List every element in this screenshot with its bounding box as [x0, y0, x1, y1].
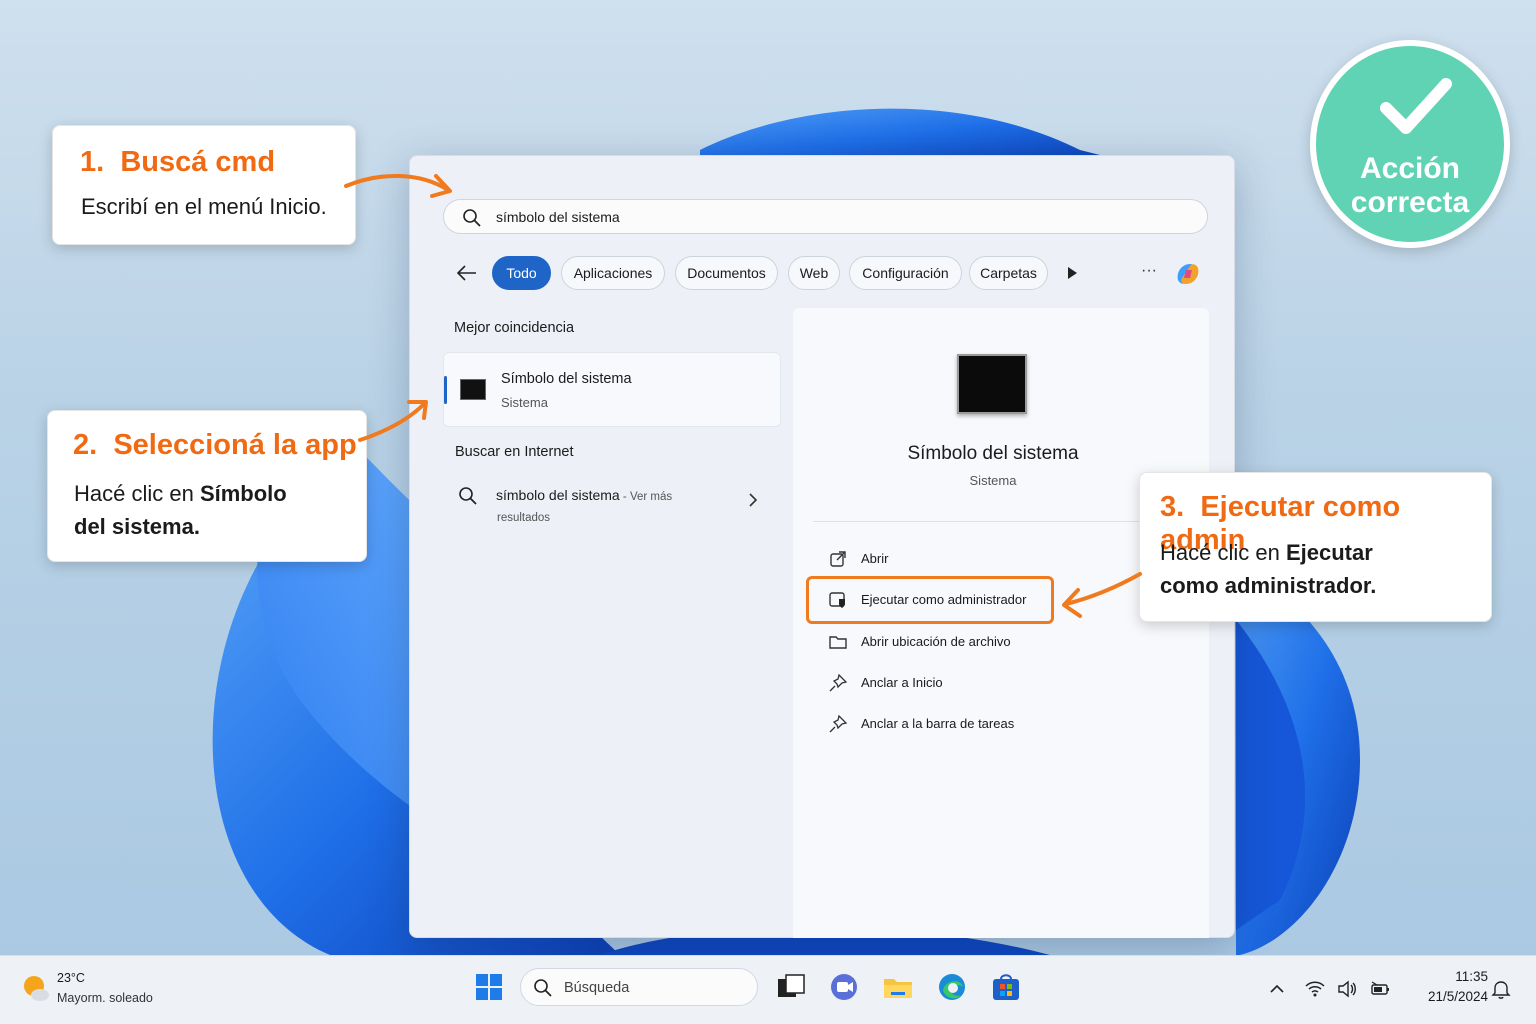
- back-arrow-icon[interactable]: [450, 260, 482, 286]
- windows-start-icon[interactable]: [474, 972, 504, 1002]
- wifi-icon[interactable]: [1304, 978, 1326, 1000]
- edge-browser-icon[interactable]: [935, 970, 969, 1004]
- filter-chip-aplicaciones[interactable]: Aplicaciones: [561, 256, 665, 290]
- taskbar-search-box[interactable]: Búsqueda: [520, 968, 758, 1006]
- callout-step-2-bold-2: del sistema.: [74, 514, 200, 539]
- filter-chip-configuracion[interactable]: Configuración: [849, 256, 962, 290]
- action-label: Anclar a la barra de tareas: [861, 716, 1015, 731]
- web-search-heading: Buscar en Internet: [455, 444, 574, 460]
- play-icon[interactable]: [1062, 263, 1082, 283]
- meet-chat-icon[interactable]: [827, 970, 861, 1004]
- pin-icon: [829, 714, 848, 733]
- search-icon: [534, 979, 552, 997]
- callout-step-3-bold-1: Ejecutar: [1285, 540, 1373, 565]
- callout-step-2-num: 2.: [73, 429, 98, 461]
- success-badge-text: Acción correcta: [1316, 152, 1504, 220]
- start-search-panel: símbolo del sistema Todo Aplicaciones Do…: [409, 155, 1235, 938]
- divider: [813, 521, 1189, 522]
- action-label: Abrir: [861, 551, 889, 566]
- checkmark-icon: [1380, 78, 1452, 134]
- web-result-more: - Ver más: [619, 491, 673, 503]
- search-icon: [459, 487, 477, 505]
- filter-chip-documentos[interactable]: Documentos: [675, 256, 778, 290]
- best-match-result[interactable]: Símbolo del sistema Sistema: [443, 352, 781, 427]
- web-search-result[interactable]: símbolo del sistema - Ver más resultados: [450, 482, 770, 526]
- callout-step-3-body-text: Hacé clic en: [1160, 540, 1286, 565]
- folder-icon: [829, 636, 847, 649]
- detail-app-name: Símbolo del sistema: [907, 443, 1079, 464]
- callout-step-2-title: 2. Seleccioná la app: [73, 429, 357, 462]
- callout-step-3-body: Hacé clic en Ejecutar como administrador.: [1160, 536, 1480, 602]
- task-view-icon[interactable]: [774, 970, 808, 1004]
- command-prompt-large-icon: [957, 354, 1027, 414]
- action-anclar-inicio[interactable]: Anclar a Inicio: [828, 670, 1158, 696]
- battery-icon[interactable]: [1369, 978, 1391, 1000]
- callout-step-3-num: 3.: [1160, 491, 1185, 523]
- action-anclar-barra[interactable]: Anclar a la barra de tareas: [828, 711, 1158, 737]
- notification-bell-icon[interactable]: [1490, 978, 1512, 1000]
- clock-date: 21/5/2024: [1427, 989, 1488, 1004]
- selection-indicator: [444, 376, 447, 404]
- callout-step-2-bold-1: Símbolo: [199, 481, 287, 506]
- open-external-icon: [830, 551, 846, 567]
- action-abrir-ubicacion[interactable]: Abrir ubicación de archivo: [828, 629, 1158, 655]
- taskbar: 23°C Mayorm. soleado Búsqueda 11:35 21/5/…: [0, 955, 1536, 1024]
- admin-action-highlight: [806, 576, 1054, 624]
- clock-time: 11:35: [1455, 969, 1488, 984]
- web-result-query: símbolo del sistema - Ver más: [496, 487, 672, 503]
- callout-step-3-bold-2: como administrador.: [1160, 573, 1377, 598]
- weather-temp: 23°C: [57, 971, 85, 985]
- search-icon: [463, 209, 481, 227]
- callout-step-1-title-text: Buscá cmd: [120, 146, 276, 178]
- search-input[interactable]: símbolo del sistema: [443, 199, 1208, 234]
- callout-step-2: 2. Seleccioná la app Hacé clic en Símbol…: [47, 410, 367, 562]
- taskbar-search-placeholder: Búsqueda: [564, 980, 630, 996]
- callout-step-1-num: 1.: [80, 146, 105, 178]
- pin-icon: [829, 673, 848, 692]
- callout-step-1: 1. Buscá cmd Escribí en el menú Inicio.: [52, 125, 356, 245]
- filter-row: Todo Aplicaciones Documentos Web Configu…: [450, 256, 1210, 290]
- detail-app-type: Sistema: [969, 473, 1017, 488]
- success-line-2: correcta: [1350, 186, 1470, 219]
- callout-step-2-title-text: Seleccioná la app: [113, 429, 357, 461]
- web-result-more-2: resultados: [497, 512, 551, 524]
- best-match-heading: Mejor coincidencia: [454, 320, 575, 336]
- microsoft-store-icon[interactable]: [989, 970, 1023, 1004]
- more-options-button[interactable]: ···: [1134, 260, 1164, 286]
- callout-step-1-title: 1. Buscá cmd: [80, 146, 275, 179]
- chevron-right-icon: [749, 493, 758, 507]
- partly-sunny-icon: [24, 976, 49, 1001]
- volume-icon[interactable]: [1336, 978, 1358, 1000]
- file-explorer-icon[interactable]: [881, 970, 915, 1004]
- success-badge: Acción correcta: [1310, 40, 1510, 248]
- chevron-up-icon[interactable]: [1266, 978, 1288, 1000]
- action-abrir[interactable]: Abrir: [828, 546, 1158, 572]
- command-prompt-icon: [460, 379, 486, 400]
- callout-step-1-body: Escribí en el menú Inicio.: [81, 194, 327, 219]
- success-line-1: Acción: [1359, 152, 1461, 185]
- copilot-icon[interactable]: [1172, 258, 1204, 290]
- clock[interactable]: 11:35 21/5/2024: [1400, 967, 1488, 1007]
- best-match-type: Sistema: [501, 395, 548, 410]
- filter-chip-todo[interactable]: Todo: [492, 256, 551, 290]
- weather-desc: Mayorm. soleado: [57, 991, 153, 1005]
- callout-step-3: 3. Ejecutar como admin Hacé clic en Ejec…: [1139, 472, 1492, 622]
- best-match-name: Símbolo del sistema: [501, 371, 632, 387]
- filter-chip-carpetas[interactable]: Carpetas: [969, 256, 1048, 290]
- action-label: Abrir ubicación de archivo: [861, 634, 1011, 649]
- callout-step-2-body-text: Hacé clic en: [74, 481, 200, 506]
- filter-chip-web[interactable]: Web: [788, 256, 840, 290]
- weather-widget[interactable]: 23°C Mayorm. soleado: [20, 968, 180, 1012]
- callout-step-2-body: Hacé clic en Símbolo del sistema.: [74, 477, 364, 543]
- search-query-text: símbolo del sistema: [496, 209, 620, 225]
- web-result-query-text: símbolo del sistema: [496, 487, 620, 503]
- action-label: Anclar a Inicio: [861, 675, 943, 690]
